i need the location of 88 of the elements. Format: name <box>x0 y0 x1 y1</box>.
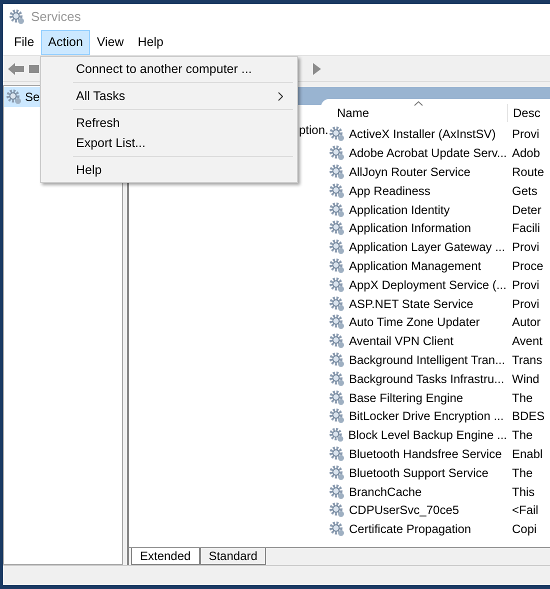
gear-icon <box>329 258 345 274</box>
gear-icon <box>329 521 345 538</box>
description-text: ption. <box>299 123 328 137</box>
service-name[interactable]: App Readiness <box>349 182 430 200</box>
gear-icon <box>329 202 345 218</box>
service-name[interactable]: Adobe Acrobat Update Serv... <box>349 144 507 162</box>
window-title: Services <box>31 8 81 26</box>
menu-item[interactable]: View <box>90 30 131 55</box>
view-tab[interactable]: Standard <box>200 548 266 565</box>
submenu-chevron-icon <box>278 92 283 100</box>
service-name[interactable]: BranchCache <box>349 482 422 501</box>
menu-item[interactable]: File <box>7 30 42 55</box>
service-description: Provi <box>511 239 540 256</box>
service-description: The <box>511 390 533 407</box>
service-name[interactable]: Base Filtering Engine <box>349 388 464 407</box>
play-icon[interactable] <box>313 62 321 76</box>
menu-item[interactable]: Action <box>41 30 90 55</box>
service-description: Proce <box>511 258 544 275</box>
service-description: Route <box>511 164 544 181</box>
sort-caret-icon <box>414 101 423 106</box>
gear-icon <box>329 427 344 444</box>
service-description: Gets <box>511 182 538 200</box>
gear-icon <box>329 502 345 518</box>
menu-entry[interactable]: Connect to another computer ... <box>43 59 295 79</box>
service-name[interactable]: AllJoyn Router Service <box>349 162 470 181</box>
service-name[interactable]: Certificate Propagation <box>349 520 472 538</box>
service-name[interactable]: Application Management <box>349 256 482 275</box>
gear-icon <box>329 370 345 387</box>
service-name[interactable]: ActiveX Installer (AxInstSV) <box>349 125 496 144</box>
service-name[interactable]: Application Identity <box>349 200 450 219</box>
service-name[interactable]: Application Layer Gateway ... <box>349 238 506 256</box>
toolbar-icon[interactable] <box>29 64 39 72</box>
gear-icon <box>329 314 345 330</box>
service-description: Facili <box>511 220 540 238</box>
service-name[interactable]: CDPUserSvc_70ce5 <box>349 501 460 520</box>
column-header[interactable]: Desc <box>507 104 540 122</box>
gear-icon <box>329 220 345 236</box>
gear-icon <box>329 145 345 162</box>
service-description: Enabl <box>511 446 543 463</box>
gear-icon <box>329 276 345 293</box>
service-name[interactable]: Bluetooth Handsfree Service <box>349 444 502 463</box>
menu-item[interactable]: Help <box>130 30 170 55</box>
gear-icon <box>329 446 345 462</box>
service-description: Provi <box>511 296 540 313</box>
gear-icon <box>329 239 345 256</box>
view-tab[interactable]: Extended <box>131 548 200 565</box>
back-arrow-icon[interactable] <box>7 62 25 76</box>
service-description: Avent <box>511 333 542 350</box>
service-description: Autor <box>511 314 541 332</box>
gear-icon <box>329 333 345 350</box>
service-name[interactable]: Aventail VPN Client <box>349 332 454 350</box>
gear-icon <box>9 9 25 25</box>
service-description: <Fail <box>511 502 538 520</box>
gear-icon <box>329 164 345 180</box>
gear-icon <box>329 352 345 368</box>
service-name[interactable]: AppX Deployment Service (... <box>349 276 506 294</box>
menu-entry[interactable]: Help <box>43 160 295 180</box>
gear-icon <box>329 464 345 481</box>
service-description: Provi <box>511 126 540 144</box>
service-description: Adob <box>511 145 540 162</box>
gear-icon <box>6 89 22 105</box>
service-name[interactable]: ASP.NET State Service <box>349 294 474 313</box>
service-description: Wind <box>511 370 540 388</box>
service-description: BDES <box>511 408 545 426</box>
service-name[interactable]: BitLocker Drive Encryption ... <box>349 407 504 426</box>
service-name[interactable]: Application Information <box>349 219 472 238</box>
service-description: This <box>511 484 535 501</box>
menu-entry[interactable]: Export List... <box>43 133 295 153</box>
menu-entry[interactable]: Refresh <box>43 113 295 133</box>
service-name[interactable]: Block Level Backup Engine ... <box>348 426 507 444</box>
service-name[interactable]: Background Intelligent Tran... <box>349 350 506 369</box>
gear-icon <box>329 126 345 142</box>
service-description: Deter <box>511 202 542 219</box>
column-header[interactable]: Name <box>329 104 507 122</box>
service-description: Trans <box>511 352 542 369</box>
service-name[interactable]: Auto Time Zone Updater <box>349 313 480 332</box>
service-name[interactable]: Background Tasks Infrastru... <box>349 370 504 388</box>
service-description: Copi <box>511 521 537 538</box>
service-description: Provi <box>511 276 540 294</box>
gear-icon <box>329 408 345 424</box>
gear-icon <box>329 484 345 500</box>
gear-icon <box>329 390 345 406</box>
service-description: The <box>511 464 533 482</box>
menu-entry[interactable]: All Tasks <box>43 86 295 106</box>
service-description: The <box>511 427 533 444</box>
gear-icon <box>329 182 345 199</box>
service-name[interactable]: Bluetooth Support Service <box>349 464 488 482</box>
gear-icon <box>329 296 345 312</box>
